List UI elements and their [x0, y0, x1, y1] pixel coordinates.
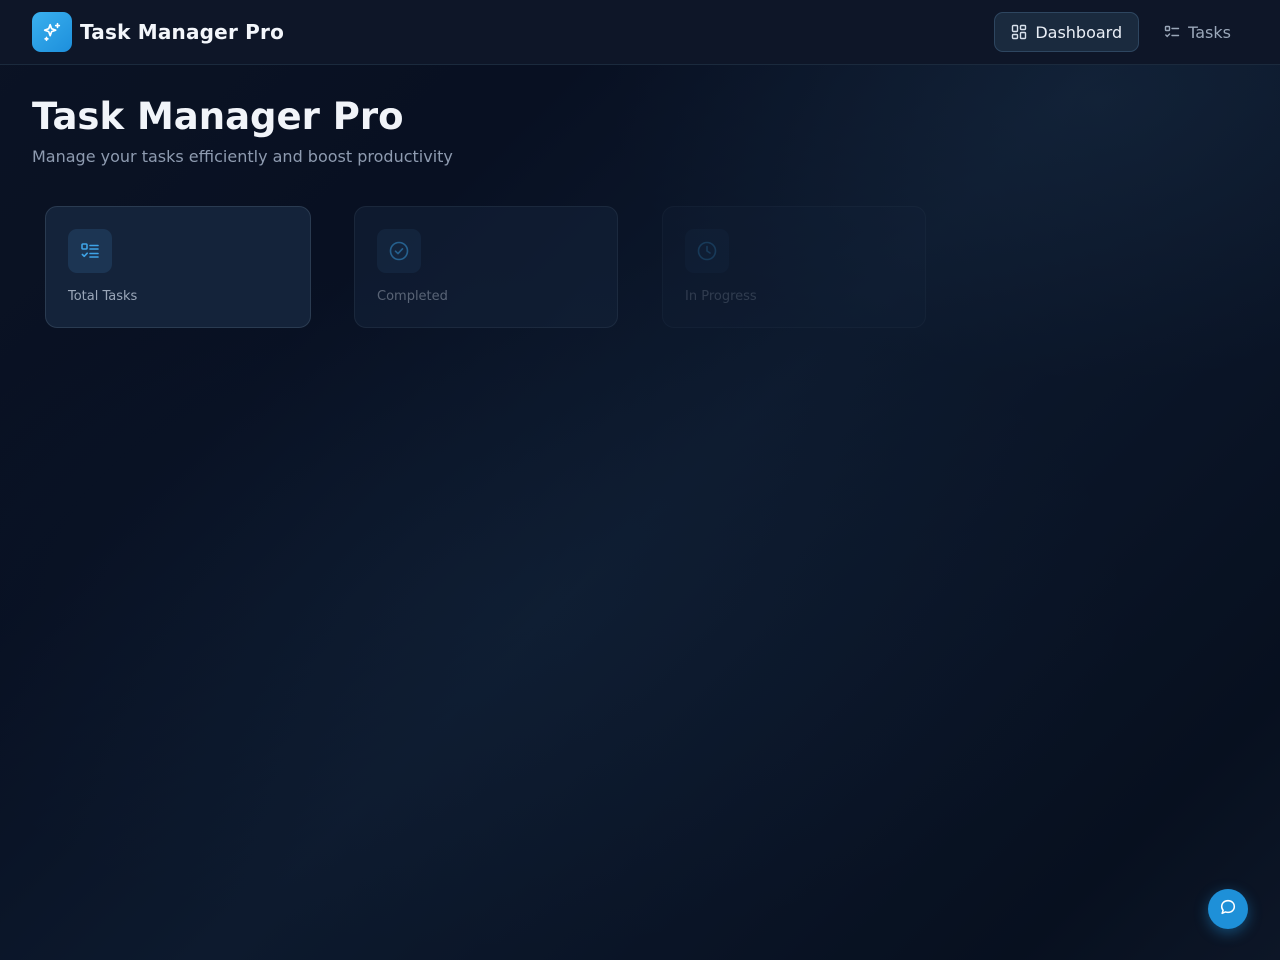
- sparkles-icon: [32, 12, 72, 52]
- background: [0, 0, 1280, 960]
- list-checks-icon: [68, 229, 112, 273]
- clock-icon: [685, 229, 729, 273]
- stat-card-completed[interactable]: Completed: [354, 206, 618, 328]
- stat-card-label: Total Tasks: [68, 289, 138, 304]
- dashboard-grid-icon: [1011, 24, 1027, 40]
- main-nav: Dashboard Tasks: [994, 12, 1248, 52]
- nav-tasks[interactable]: Tasks: [1147, 12, 1248, 52]
- page-title: Task Manager Pro: [32, 95, 404, 138]
- stat-card-label: Completed: [377, 289, 448, 304]
- nav-tasks-label: Tasks: [1188, 22, 1231, 42]
- chat-button[interactable]: [1208, 889, 1248, 929]
- app-name: Task Manager Pro: [80, 20, 285, 44]
- top-navigation-bar: Task Manager Pro Dashboard Tasks: [0, 0, 1280, 65]
- list-checks-icon: [1164, 24, 1180, 40]
- check-circle-icon: [377, 229, 421, 273]
- page-subtitle: Manage your tasks efficiently and boost …: [32, 147, 453, 166]
- stat-card-in-progress[interactable]: In Progress: [662, 206, 926, 328]
- stat-card-label: In Progress: [685, 289, 757, 304]
- stat-card-total-tasks[interactable]: Total Tasks: [45, 206, 311, 328]
- nav-dashboard-label: Dashboard: [1035, 22, 1123, 42]
- brand[interactable]: Task Manager Pro: [32, 12, 284, 52]
- chat-bubble-icon: [1219, 898, 1237, 920]
- nav-dashboard[interactable]: Dashboard: [994, 12, 1140, 52]
